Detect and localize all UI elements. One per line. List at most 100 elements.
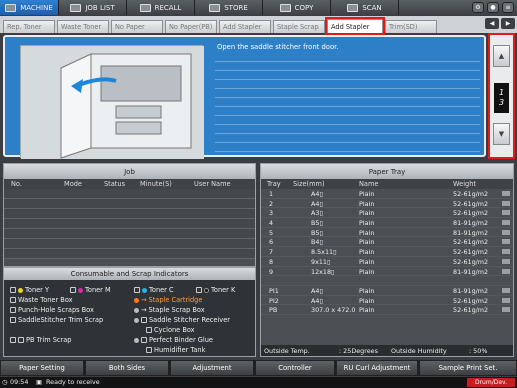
menu-icon[interactable]: ≡ — [502, 2, 514, 13]
job-row[interactable] — [4, 249, 255, 259]
job-row[interactable] — [4, 209, 255, 219]
controller-button[interactable]: Controller — [255, 360, 335, 376]
triangle-down-icon: ▼ — [498, 130, 505, 138]
tray-col-size: Size(mm) — [293, 180, 325, 188]
adjustment-button[interactable]: Adjustment — [170, 360, 254, 376]
page-current: 1 — [498, 88, 505, 97]
job-row[interactable] — [4, 189, 255, 199]
tray-col-tray: Tray — [267, 180, 281, 188]
tab-scroll-left-icon[interactable]: ◀ — [485, 18, 499, 29]
pb-trim-icon — [10, 337, 16, 343]
job-row[interactable] — [4, 199, 255, 209]
mode-scan-button[interactable]: SCAN — [331, 0, 399, 15]
tray-col-name: Name — [359, 180, 379, 188]
tray-row[interactable]: PI1 A4▯ Plain 81-91g/m2 — [261, 286, 513, 296]
environment-footer: Outside Temp. : 25Degrees Outside Humidi… — [261, 345, 513, 356]
both-sides-button[interactable]: Both Sides — [85, 360, 169, 376]
mode-label: COPY — [294, 3, 314, 12]
tab-no-paper[interactable]: No Paper — [111, 20, 163, 33]
tab-waste-toner[interactable]: Waste Toner — [57, 20, 109, 33]
tray-cell-weight: 52-61g/m2 — [453, 296, 489, 305]
tray-row[interactable]: PB 307.0 x 472.0 Plain 52-61g/m2 — [261, 305, 513, 315]
humidifier-icon — [146, 347, 152, 353]
power-icon[interactable]: ● — [487, 2, 499, 13]
mode-copy-button[interactable]: COPY — [263, 0, 331, 15]
outside-temp-value: : 25Degrees — [339, 347, 378, 355]
consumable-toner-c: Toner C — [134, 286, 174, 294]
mode-label: STORE — [224, 3, 248, 12]
paper-level-icon — [502, 220, 510, 226]
paper-tray-title: Paper Tray — [261, 164, 513, 179]
tray-row[interactable]: 1 A4▯ Plain 52-61g/m2 — [261, 189, 513, 199]
tab-trim-sd[interactable]: Trim(SD) — [385, 20, 437, 33]
tray-cell-size: B5▯ — [311, 219, 323, 228]
tray-row[interactable]: 9 12x18▯ Plain 81-91g/m2 — [261, 267, 513, 277]
drum-dev-badge[interactable]: Drum/Dev. — [467, 378, 515, 387]
tray-cell-id: 9 — [269, 267, 274, 276]
machine-icon — [5, 3, 17, 12]
tab-rep-toner[interactable]: Rep. Toner — [3, 20, 55, 33]
job-row[interactable] — [4, 219, 255, 229]
tray-row[interactable]: 8 9x11▯ Plain 52-61g/m2 — [261, 257, 513, 267]
mode-job-list-button[interactable]: JOB LIST — [59, 0, 127, 15]
tray-rows: 1 A4▯ Plain 52-61g/m2 2 A4▯ Plain 52-61g/m2 3 A3▯… — [261, 189, 513, 315]
tray-row[interactable]: 3 A3▯ Plain 52-61g/m2 — [261, 208, 513, 219]
tray-cell-weight: 52-61g/m2 — [453, 257, 489, 266]
job-list-icon — [70, 3, 82, 12]
mode-store-button[interactable]: STORE — [195, 0, 263, 15]
sample-print-set-button[interactable]: Sample Print Set. — [419, 360, 517, 376]
job-row[interactable] — [4, 239, 255, 249]
tray-cell-name: Plain — [359, 267, 375, 276]
tray-cell-name: Plain — [359, 257, 375, 266]
paper-setting-button[interactable]: Paper Setting — [0, 360, 84, 376]
tray-row[interactable]: 4 B5▯ Plain 81-91g/m2 — [261, 218, 513, 228]
tray-row[interactable]: 5 B5▯ Plain 81-91g/m2 — [261, 228, 513, 238]
mode-recall-button[interactable]: RECALL — [127, 0, 195, 15]
tab-add-stapler-selected[interactable]: Add Stapler — [325, 17, 385, 35]
warning-dot-icon — [134, 297, 139, 303]
tray-cell-name: Plain — [359, 238, 375, 247]
tray-table-header: Tray Size(mm) Name Weight — [261, 179, 513, 189]
paper-level-icon — [502, 268, 510, 274]
tray-row[interactable]: 7 8.5x11▯ Plain 52-61g/m2 — [261, 247, 513, 257]
mode-machine-button[interactable]: MACHINE — [0, 0, 59, 15]
tab-scroll-right-icon[interactable]: ▶ — [501, 18, 515, 29]
page-up-button[interactable]: ▲ — [493, 45, 510, 67]
tray-row[interactable]: 6 B4▯ Plain 52-61g/m2 — [261, 237, 513, 248]
settings-icon[interactable]: ⚙ — [472, 2, 484, 13]
consumable-label: Perfect Binder Glue — [149, 336, 213, 344]
tray-row — [261, 276, 513, 286]
ru-curl-adjustment-button[interactable]: RU Curl Adjustment — [336, 360, 418, 376]
job-row[interactable] — [4, 229, 255, 239]
consumable-label: Staple Cartridge — [148, 296, 203, 304]
scan-icon — [347, 3, 359, 12]
tray-row[interactable]: 2 A4▯ Plain 52-61g/m2 — [261, 199, 513, 209]
page-down-button[interactable]: ▼ — [493, 123, 510, 145]
function-bar: Paper Setting Both Sides Adjustment Cont… — [0, 360, 517, 376]
tray-cell-weight: 52-61g/m2 — [453, 209, 489, 218]
outside-temp-label: Outside Temp. — [264, 347, 310, 355]
tray-cell-size: A4▯ — [311, 296, 323, 305]
toner-y-icon — [10, 287, 16, 293]
tray-cell-name: Plain — [359, 219, 375, 228]
tab-staple-scrap[interactable]: Staple Scrap — [273, 20, 325, 33]
tab-add-stapler[interactable]: Add Stapler — [219, 20, 271, 33]
consumable-binder-glue: Perfect Binder Glue — [134, 336, 213, 344]
instruction-line — [215, 116, 480, 125]
tray-cell-weight: 52-61g/m2 — [453, 248, 489, 257]
recall-icon — [139, 3, 151, 12]
tray-cell-weight: 52-61g/m2 — [453, 199, 489, 208]
tab-no-paper-pb[interactable]: No Paper(PB) — [165, 20, 217, 33]
receiver-icon — [141, 317, 147, 323]
copier-control-screen: { "modes": [ {"label": "MACHINE", "icon"… — [0, 0, 517, 388]
tray-row[interactable]: PI2 A4▯ Plain 52-61g/m2 — [261, 296, 513, 306]
consumable-saddle-receiver: Saddle Stitcher Receiver — [134, 316, 230, 324]
tray-cell-id: 7 — [269, 248, 274, 257]
tray-cell-size: A4▯ — [311, 286, 323, 295]
instruction-line — [215, 143, 480, 152]
consumable-label: SaddleStitcher Trim Scrap — [18, 316, 104, 324]
consumable-label: Punch-Hole Scraps Box — [18, 306, 94, 314]
job-col-user-name: User Name — [194, 180, 231, 188]
tray-cell-id: PB — [269, 306, 278, 315]
job-panel: Job No. Mode Status Minute(S) User Name — [3, 163, 256, 267]
